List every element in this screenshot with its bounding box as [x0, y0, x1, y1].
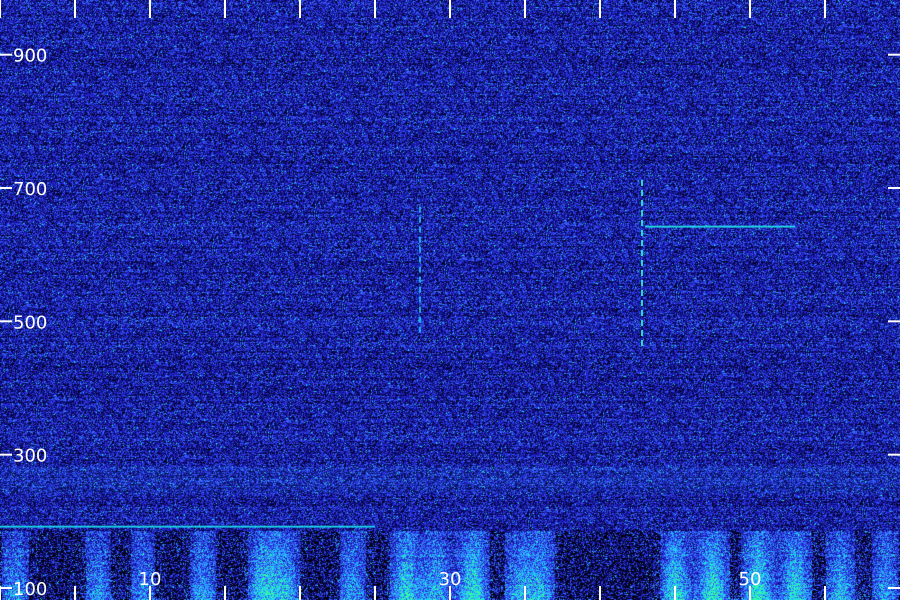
spectrogram-noise — [0, 0, 900, 600]
spectrogram-chart: 100 300 500 700 900 10 30 50 — [0, 0, 900, 600]
y-tick-label-0: 100 — [13, 579, 47, 600]
y-tick-label-4: 900 — [13, 46, 47, 67]
x-tick-label-0: 10 — [139, 569, 162, 590]
y-tick-label-1: 300 — [13, 446, 47, 467]
signal-band-4 — [0, 466, 900, 494]
x-tick-label-1: 30 — [439, 569, 462, 590]
y-tick-label-2: 500 — [13, 312, 47, 333]
x-tick-label-2: 50 — [739, 569, 762, 590]
y-tick-label-3: 700 — [13, 179, 47, 200]
